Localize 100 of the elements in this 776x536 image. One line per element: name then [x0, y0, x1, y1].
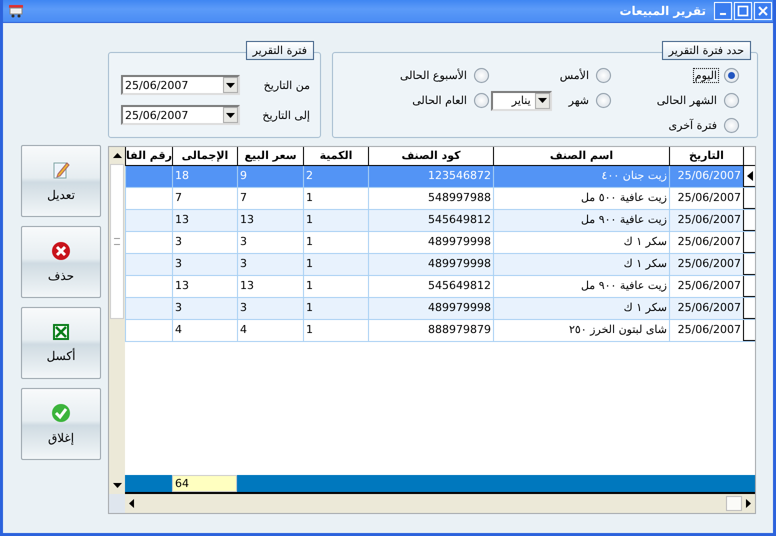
- minimize-icon: [720, 13, 726, 15]
- table-cell: 25/06/2007: [669, 276, 743, 297]
- scroll-down-icon[interactable]: [112, 483, 122, 488]
- option-label[interactable]: الأمس: [558, 69, 590, 82]
- table-cell: زيت جنان ٤٠٠: [493, 166, 669, 187]
- column-header[interactable]: سعر البيع: [237, 147, 303, 165]
- scroll-left-icon[interactable]: [129, 499, 134, 508]
- group-title: فترة التقرير: [246, 41, 314, 60]
- table-cell: 7: [172, 188, 237, 209]
- table-cell: 1: [303, 298, 368, 319]
- option-label[interactable]: العام الحالى: [411, 94, 468, 107]
- scrollbar-corner: [109, 494, 125, 513]
- scroll-up-icon[interactable]: [112, 153, 122, 158]
- close-icon: [757, 5, 769, 17]
- column-header[interactable]: الإجمالى: [172, 147, 237, 165]
- action-button[interactable]: أكسل: [21, 307, 101, 379]
- table-cell: 545649812: [368, 276, 493, 297]
- table-cell: 3: [237, 254, 303, 275]
- group-title: حدد فترة التقرير: [662, 41, 751, 60]
- delete-icon: [51, 241, 71, 261]
- table-cell: 3: [172, 232, 237, 253]
- table-cell: سكر ١ ك: [493, 254, 669, 275]
- table-cell: 489979998: [368, 232, 493, 253]
- cart-icon: [8, 4, 24, 18]
- maximize-icon: [737, 5, 749, 17]
- spreadsheet-icon: [52, 323, 70, 341]
- action-button[interactable]: تعديل: [21, 145, 101, 217]
- radio-button[interactable]: [724, 93, 739, 108]
- table-cell: 3: [172, 298, 237, 319]
- table-cell: 3: [237, 298, 303, 319]
- table-cell: 4: [237, 320, 303, 341]
- action-button[interactable]: إغلاق: [21, 388, 101, 460]
- column-header[interactable]: الكمية: [303, 147, 368, 165]
- caret-icon: [226, 112, 235, 118]
- option-label[interactable]: الشهر الحالى: [656, 94, 718, 107]
- column-header[interactable]: التاريخ: [669, 147, 743, 165]
- table-cell: 1: [303, 320, 368, 341]
- caret-icon: [538, 98, 547, 103]
- date-dropdown[interactable]: 25/06/2007: [121, 75, 240, 95]
- table-cell: شاى لبتون الخرز ٢٥٠: [493, 320, 669, 341]
- option-label[interactable]: اليوم: [694, 69, 718, 82]
- table-cell: 4: [172, 320, 237, 341]
- minimize-button[interactable]: [714, 2, 732, 20]
- column-header[interactable]: كود الصنف: [368, 147, 493, 165]
- table-cell: 1: [303, 210, 368, 231]
- field-label: إلى التاريخ: [262, 108, 310, 122]
- option-label[interactable]: شهر: [568, 94, 590, 107]
- table-cell: سكر ١ ك: [493, 232, 669, 253]
- table-cell: سكر ١ ك: [493, 298, 669, 319]
- table-cell: 489979998: [368, 298, 493, 319]
- radio-button[interactable]: [596, 93, 611, 108]
- column-header[interactable]: اسم الصنف: [493, 147, 669, 165]
- field-label: من التاريخ: [264, 78, 310, 92]
- table-cell: 548997988: [368, 188, 493, 209]
- table-cell: 489979998: [368, 254, 493, 275]
- table-cell: 888979879: [368, 320, 493, 341]
- table-cell: 25/06/2007: [669, 254, 743, 275]
- table-cell: 3: [172, 254, 237, 275]
- table-cell: 13: [172, 210, 237, 231]
- table-cell: 3: [237, 232, 303, 253]
- vertical-scrollbar[interactable]: [109, 147, 125, 494]
- caret-icon: [226, 82, 235, 88]
- table-cell: 7: [237, 188, 303, 209]
- table-cell: زيت عافية ٩٠٠ مل: [493, 276, 669, 297]
- radio-button[interactable]: [724, 68, 739, 83]
- table-cell: 1: [303, 276, 368, 297]
- month-dropdown[interactable]: يناير: [490, 90, 552, 110]
- total-cell: 64: [172, 475, 237, 492]
- scroll-thumb[interactable]: [726, 496, 742, 511]
- table-cell: 13: [237, 276, 303, 297]
- table-cell: 13: [237, 210, 303, 231]
- table-cell: 25/06/2007: [669, 298, 743, 319]
- radio-button[interactable]: [474, 68, 489, 83]
- date-dropdown[interactable]: 25/06/2007: [121, 105, 240, 125]
- table-cell: 2: [303, 166, 368, 187]
- table-cell: 1: [303, 188, 368, 209]
- table-cell: زيت عافية ٥٠٠ مل: [493, 188, 669, 209]
- close-button[interactable]: [754, 2, 772, 20]
- table-cell: زيت عافية ٩٠٠ مل: [493, 210, 669, 231]
- table-cell: 25/06/2007: [669, 232, 743, 253]
- window-title: تقرير المبيعات: [619, 4, 706, 18]
- maximize-button[interactable]: [734, 2, 752, 20]
- table-cell: 25/06/2007: [669, 320, 743, 341]
- table-cell: 1: [303, 232, 368, 253]
- table-cell: 1: [303, 254, 368, 275]
- radio-button[interactable]: [596, 68, 611, 83]
- column-header[interactable]: رقم الفا: [125, 147, 172, 165]
- notepad-pencil-icon: [52, 160, 70, 180]
- radio-button[interactable]: [474, 93, 489, 108]
- option-label[interactable]: الأسبوع الحالى: [399, 69, 468, 82]
- option-label[interactable]: فترة آخرى: [668, 119, 718, 132]
- horizontal-scrollbar[interactable]: [125, 494, 755, 513]
- table-cell: 545649812: [368, 210, 493, 231]
- scroll-right-icon[interactable]: [746, 499, 751, 508]
- table-cell: 123546872: [368, 166, 493, 187]
- table-cell: 25/06/2007: [669, 188, 743, 209]
- action-button[interactable]: حذف: [21, 226, 101, 298]
- check-icon: [51, 403, 71, 423]
- radio-button[interactable]: [724, 118, 739, 133]
- current-row-icon: [746, 171, 752, 181]
